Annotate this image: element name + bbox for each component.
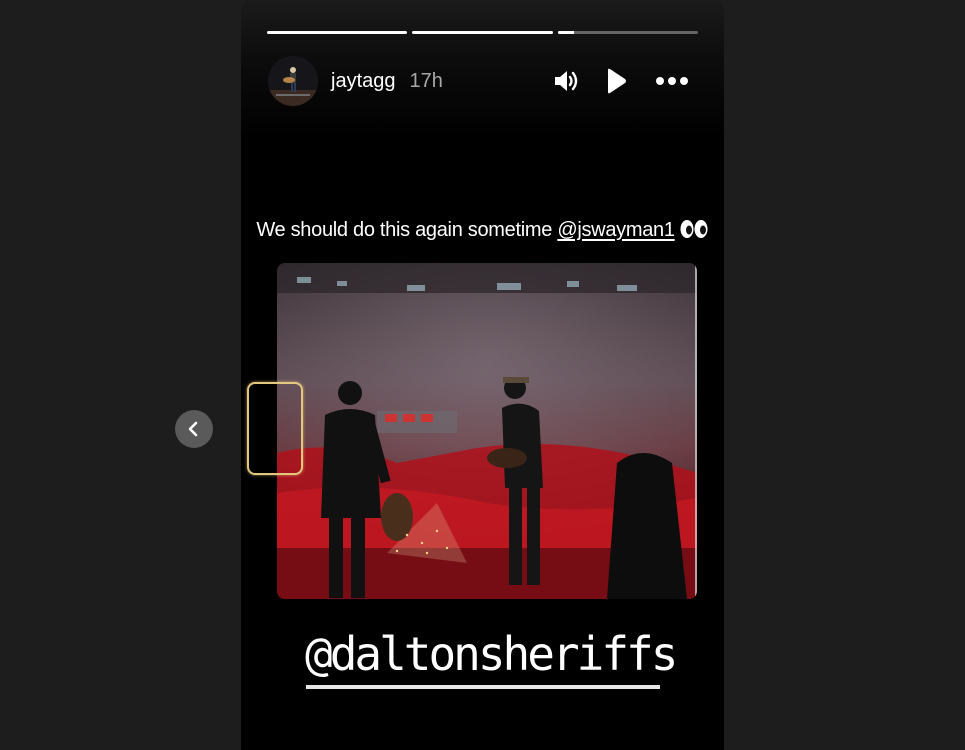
progress-segment — [557, 31, 698, 34]
progress-bar — [267, 31, 698, 34]
story-viewer[interactable]: jaytagg 17h We should do this again some… — [241, 0, 724, 750]
story-photo — [277, 263, 697, 599]
progress-segment — [267, 31, 408, 34]
play-icon[interactable] — [604, 67, 628, 95]
caption-text: We should do this again sometime — [256, 219, 558, 241]
progress-segment — [412, 31, 553, 34]
avatar[interactable] — [268, 56, 318, 106]
caption-mention[interactable]: @jswayman1 — [557, 219, 675, 241]
speaker-icon[interactable] — [552, 67, 580, 95]
previous-story-button[interactable] — [175, 410, 213, 448]
mention-underline — [306, 685, 660, 689]
mention-sticker[interactable]: @daltonsheriffs — [305, 624, 678, 684]
story-header: jaytagg 17h — [268, 56, 698, 106]
tag-focus-frame — [247, 382, 303, 475]
username[interactable]: jaytagg — [331, 70, 396, 93]
story-caption: We should do this again sometime @jswaym… — [241, 218, 724, 242]
post-time: 17h — [409, 69, 443, 92]
eyes-emoji-icon — [679, 218, 709, 240]
chevron-left-icon — [188, 421, 198, 437]
more-horizontal-icon[interactable] — [654, 67, 690, 95]
story-controls — [552, 67, 698, 95]
